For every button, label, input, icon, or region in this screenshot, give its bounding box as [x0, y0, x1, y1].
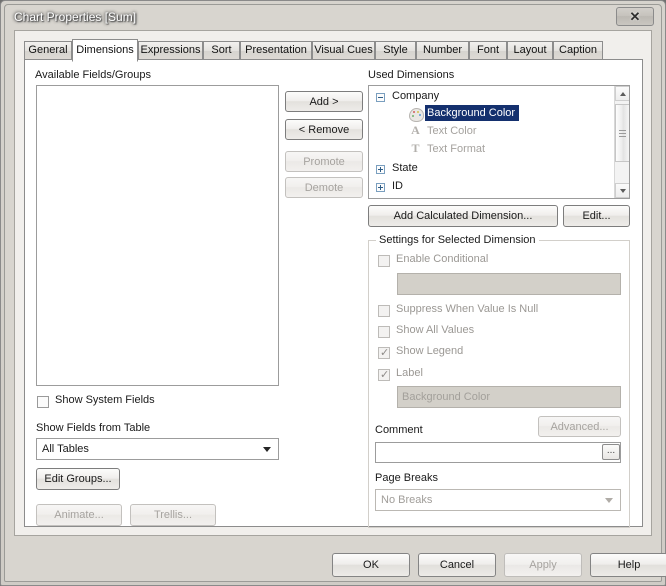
text-format-icon: T [411, 141, 420, 155]
add-dimension-button[interactable]: Add > [285, 91, 363, 112]
page-breaks-label: Page Breaks [375, 472, 438, 484]
promote-button: Promote [285, 151, 363, 172]
show-system-fields-label: Show System Fields [55, 394, 155, 406]
advanced-button: Advanced... [538, 416, 621, 437]
show-fields-from-table-label: Show Fields from Table [36, 422, 151, 434]
trellis-button: Trellis... [130, 504, 216, 526]
caret-down-icon [619, 188, 626, 193]
enable-conditional-label: Enable Conditional [396, 253, 489, 265]
tab-style[interactable]: Style [375, 41, 416, 60]
dimensions-tab-panel: Available Fields/Groups Show System Fiel… [24, 60, 643, 528]
tree-expander-id[interactable] [376, 183, 385, 192]
check-icon: ✓ [380, 346, 390, 359]
demote-button: Demote [285, 177, 363, 198]
chevron-down-icon [263, 447, 271, 452]
tree-scrollbar[interactable] [614, 86, 629, 198]
check-icon: ✓ [380, 368, 390, 381]
tree-item-company[interactable]: Company [392, 88, 439, 104]
comment-label: Comment [375, 424, 423, 436]
caret-up-icon [619, 91, 626, 96]
table-filter-value: All Tables [42, 443, 89, 455]
scroll-up-button[interactable] [615, 86, 629, 101]
tab-visual-cues[interactable]: Visual Cues [312, 41, 375, 60]
edit-groups-button[interactable]: Edit Groups... [36, 468, 120, 490]
cancel-button[interactable]: Cancel [418, 553, 496, 577]
table-filter-combo[interactable]: All Tables [36, 438, 279, 460]
enable-conditional-checkbox [378, 255, 390, 267]
animate-button: Animate... [36, 504, 122, 526]
close-icon: ✕ [629, 8, 641, 24]
tab-font[interactable]: Font [469, 41, 507, 60]
title-bar: Chart Properties [Sum] ✕ [5, 5, 661, 30]
tab-presentation[interactable]: Presentation [240, 41, 312, 60]
grip-icon [619, 130, 626, 137]
ok-button[interactable]: OK [332, 553, 410, 577]
available-fields-list[interactable] [36, 85, 279, 386]
label-checkbox: ✓ [378, 369, 390, 381]
scroll-down-button[interactable] [615, 183, 629, 198]
tab-strip: General Dimensions Expressions Sort Pres… [24, 39, 643, 62]
show-all-values-label: Show All Values [396, 324, 475, 336]
conditional-expression-field [397, 273, 621, 295]
dialog-client-area: General Dimensions Expressions Sort Pres… [14, 30, 652, 536]
tab-dimensions[interactable]: Dimensions [72, 39, 138, 62]
text-color-icon: A [411, 123, 420, 137]
dialog-inner-frame: Chart Properties [Sum] ✕ General Dimensi… [4, 4, 666, 582]
page-breaks-value: No Breaks [381, 494, 433, 506]
comment-browse-button[interactable]: ... [602, 444, 620, 460]
tab-caption[interactable]: Caption [553, 41, 603, 60]
chevron-down-icon [605, 498, 613, 503]
show-all-values-checkbox [378, 326, 390, 338]
tree-item-background-color[interactable]: Background Color [425, 105, 520, 121]
tab-sort[interactable]: Sort [203, 41, 240, 60]
tab-general[interactable]: General [24, 41, 72, 60]
show-legend-checkbox: ✓ [378, 347, 390, 359]
suppress-null-checkbox [378, 305, 390, 317]
dimension-label-field: Background Color [397, 386, 621, 408]
suppress-null-label: Suppress When Value Is Null [396, 303, 539, 315]
close-button[interactable]: ✕ [616, 7, 654, 26]
settings-group-label: Settings for Selected Dimension [376, 234, 539, 246]
scroll-thumb[interactable] [615, 104, 629, 162]
edit-dimension-button[interactable]: Edit... [563, 205, 630, 227]
show-system-fields-checkbox[interactable] [37, 396, 49, 408]
dialog-title: Chart Properties [Sum] [14, 10, 137, 24]
page-breaks-combo: No Breaks [375, 489, 621, 511]
comment-field[interactable] [375, 442, 621, 463]
show-legend-label: Show Legend [396, 345, 464, 357]
label-checkbox-label: Label [396, 367, 423, 379]
remove-dimension-button[interactable]: < Remove [285, 119, 363, 140]
chart-properties-dialog: Chart Properties [Sum] ✕ General Dimensi… [0, 0, 666, 586]
tree-item-state[interactable]: State [392, 160, 418, 176]
help-button[interactable]: Help [590, 553, 666, 577]
tab-layout[interactable]: Layout [507, 41, 553, 60]
available-fields-label: Available Fields/Groups [35, 69, 151, 81]
palette-icon [409, 108, 424, 122]
tab-number[interactable]: Number [416, 41, 469, 60]
used-dimensions-tree[interactable]: Company Background Color A Text Color T [368, 85, 630, 199]
tree-item-text-format[interactable]: Text Format [427, 141, 485, 157]
tree-expander-company[interactable] [376, 93, 385, 102]
tree-item-id[interactable]: ID [392, 178, 403, 194]
apply-button: Apply [504, 553, 582, 577]
add-calculated-dimension-button[interactable]: Add Calculated Dimension... [368, 205, 558, 227]
tab-expressions[interactable]: Expressions [138, 41, 203, 60]
tree-expander-state[interactable] [376, 165, 385, 174]
tree-item-text-color[interactable]: Text Color [427, 123, 477, 139]
used-dimensions-label: Used Dimensions [368, 69, 455, 81]
